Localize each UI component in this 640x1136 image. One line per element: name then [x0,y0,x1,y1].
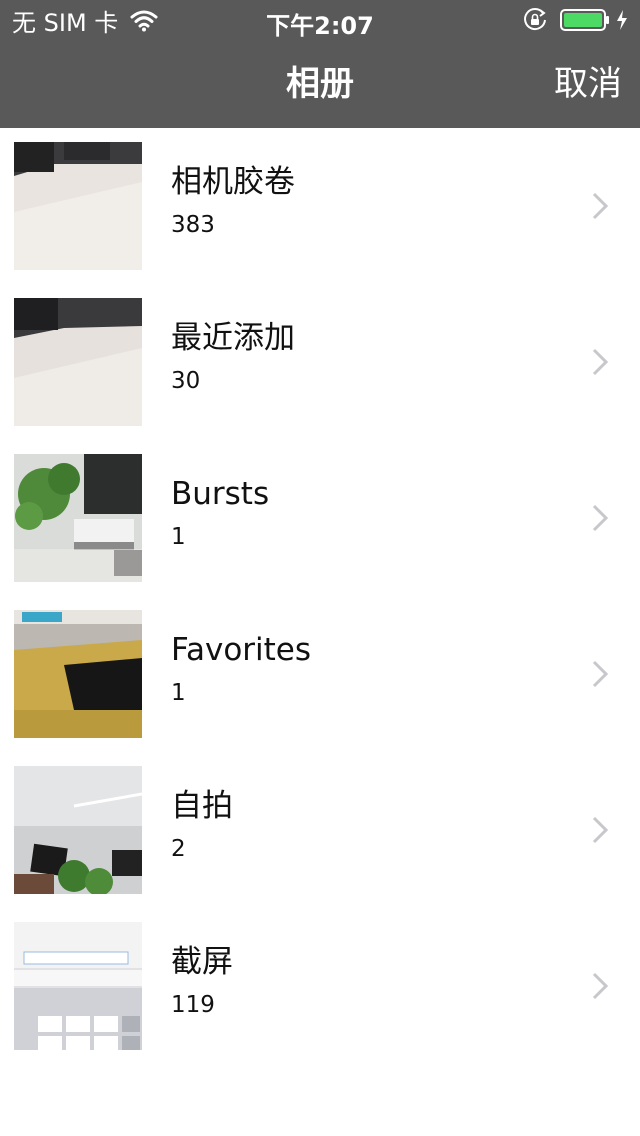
chevron-right-icon [592,348,608,376]
header: 无 SIM 卡 下午2:07 相册 取消 [0,0,640,128]
album-name: 截屏 [171,944,233,980]
nav-bar: 相册 取消 [0,40,640,128]
chevron-right-icon [592,504,608,532]
chevron-right-icon [592,660,608,688]
album-thumbnail [14,766,142,894]
album-row-bursts[interactable]: Bursts 1 [0,440,640,596]
album-name: 自拍 [171,788,233,824]
album-name: Favorites [171,632,312,668]
charging-icon [617,10,627,30]
status-bar: 无 SIM 卡 下午2:07 [0,0,640,40]
album-row-selfies[interactable]: 自拍 2 [0,752,640,908]
album-count: 1 [171,680,186,706]
chevron-right-icon [592,816,608,844]
album-name: 最近添加 [171,320,295,356]
album-count: 2 [171,836,186,862]
album-thumbnail [14,922,142,1050]
chevron-right-icon [592,192,608,220]
album-count: 1 [171,524,186,550]
status-right [522,6,628,34]
album-name: 相机胶卷 [171,164,295,200]
album-thumbnail [14,610,142,738]
album-count: 30 [171,368,201,394]
album-name: Bursts [171,476,270,512]
page-title: 相册 [286,64,354,104]
album-row-recently-added[interactable]: 最近添加 30 [0,284,640,440]
photo-album-picker-screen: 无 SIM 卡 下午2:07 相册 取消 相机胶卷 383 最近添加 30 Bu… [0,0,640,1136]
album-row-favorites[interactable]: Favorites 1 [0,596,640,752]
album-thumbnail [14,298,142,426]
album-count: 383 [171,212,215,238]
battery-icon [560,9,609,31]
album-row-camera-roll[interactable]: 相机胶卷 383 [0,128,640,284]
rotation-lock-icon [524,8,546,31]
album-row-screenshots[interactable]: 截屏 119 [0,908,640,1064]
album-count: 119 [171,992,215,1018]
album-list: 相机胶卷 383 最近添加 30 Bursts 1 Favorites 1 自拍… [0,128,640,1064]
chevron-right-icon [592,972,608,1000]
album-thumbnail [14,142,142,270]
cancel-button[interactable]: 取消 [554,62,622,106]
album-thumbnail [14,454,142,582]
